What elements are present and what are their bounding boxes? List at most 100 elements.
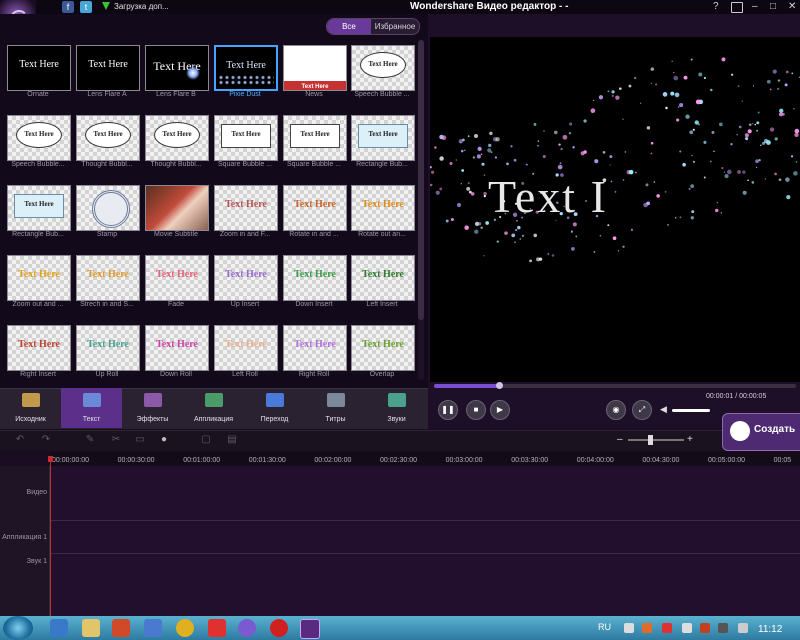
download-more-button[interactable]: Загрузка доп... bbox=[100, 1, 169, 13]
tab-credits[interactable]: Титры bbox=[305, 388, 366, 428]
twitter-icon[interactable]: t bbox=[80, 1, 92, 13]
template-tile[interactable]: Text Here bbox=[283, 45, 347, 91]
microphone-icon[interactable]: ● bbox=[158, 434, 170, 446]
undo-icon[interactable]: ↶ bbox=[14, 434, 26, 446]
media-player-icon[interactable] bbox=[112, 619, 130, 637]
template-tile[interactable] bbox=[145, 185, 209, 231]
template-tile[interactable]: Text Here bbox=[7, 255, 71, 301]
sparkle bbox=[481, 162, 485, 166]
template-tile[interactable]: Text Here bbox=[214, 45, 278, 91]
delete-icon[interactable]: ▭ bbox=[134, 434, 146, 446]
facebook-icon[interactable]: f bbox=[62, 1, 74, 13]
tab-effects[interactable]: Эффекты bbox=[122, 388, 183, 428]
track-divider bbox=[50, 520, 800, 521]
template-tile[interactable]: Text Here bbox=[7, 45, 71, 91]
crop-icon[interactable]: ▢ bbox=[200, 434, 212, 446]
template-tile[interactable]: Text Here bbox=[214, 255, 278, 301]
snapshot-button[interactable]: ◉ bbox=[606, 400, 626, 420]
scrollbar-thumb[interactable] bbox=[418, 40, 424, 320]
help-icon[interactable]: ? bbox=[713, 1, 719, 13]
detach-icon[interactable]: ▤ bbox=[226, 434, 238, 446]
template-tile[interactable]: Text Here bbox=[283, 115, 347, 161]
sparkle bbox=[467, 135, 470, 138]
template-tile[interactable]: Text Here bbox=[7, 115, 71, 161]
minimize-button[interactable]: – bbox=[752, 1, 758, 13]
template-label: Left Roll bbox=[232, 371, 258, 378]
network-icon[interactable] bbox=[738, 623, 748, 633]
tab-sounds[interactable]: Звуки bbox=[366, 388, 427, 428]
maximize-button[interactable]: □ bbox=[770, 1, 776, 13]
tab-overlay[interactable]: Аппликация bbox=[183, 388, 244, 428]
tray-icon[interactable] bbox=[662, 623, 672, 633]
template-tile[interactable]: Text Here bbox=[145, 255, 209, 301]
template-tile[interactable]: Text Here bbox=[76, 45, 140, 91]
tray-icon[interactable] bbox=[624, 623, 634, 633]
taskbar-clock[interactable]: 11:12 bbox=[758, 624, 782, 635]
cut-icon[interactable]: ✂ bbox=[110, 434, 122, 446]
playhead[interactable] bbox=[50, 458, 51, 616]
template-tile[interactable]: Text Here bbox=[283, 185, 347, 231]
playback-progress-handle[interactable] bbox=[496, 382, 503, 389]
template-tile[interactable]: Text Here bbox=[351, 45, 415, 91]
template-tile[interactable]: Text Here bbox=[214, 115, 278, 161]
template-tile[interactable]: Text Here bbox=[76, 255, 140, 301]
template-tile[interactable]: Text Here bbox=[145, 115, 209, 161]
yandex-icon[interactable] bbox=[208, 619, 226, 637]
tray-icon[interactable] bbox=[642, 623, 652, 633]
timeline-ruler[interactable] bbox=[50, 452, 800, 467]
filter-favorites-button[interactable]: Избранное bbox=[371, 19, 419, 34]
ie-icon[interactable] bbox=[50, 619, 68, 637]
tab-transition[interactable]: Переход bbox=[244, 388, 305, 428]
tray-icon[interactable] bbox=[718, 623, 728, 633]
explorer-icon[interactable] bbox=[82, 619, 100, 637]
template-tile[interactable]: Text Here bbox=[351, 185, 415, 231]
tray-icon[interactable] bbox=[700, 623, 710, 633]
template-tile[interactable]: Text Here bbox=[214, 185, 278, 231]
playhead-handle[interactable] bbox=[48, 456, 53, 462]
volume-slider[interactable] bbox=[672, 409, 710, 412]
browser-icon[interactable] bbox=[238, 619, 256, 637]
template-tile[interactable]: Text Here bbox=[283, 325, 347, 371]
pause-button[interactable]: ❚❚ bbox=[438, 400, 458, 420]
save-icon[interactable] bbox=[144, 619, 162, 637]
template-tile[interactable]: Text Here bbox=[7, 325, 71, 371]
template-tile[interactable]: Text Here bbox=[351, 255, 415, 301]
sparkle bbox=[628, 169, 634, 175]
template-tile[interactable]: Text Here bbox=[7, 185, 71, 231]
zoom-out-button[interactable]: – bbox=[617, 434, 623, 445]
template-tile[interactable]: Text Here bbox=[145, 325, 209, 371]
close-button[interactable]: ✕ bbox=[788, 1, 796, 13]
redo-icon[interactable]: ↷ bbox=[40, 434, 52, 446]
template-preview-text: Text Here bbox=[93, 130, 123, 138]
wondershare-taskbar-icon[interactable] bbox=[300, 619, 320, 639]
tab-source[interactable]: Исходник bbox=[0, 388, 61, 428]
sparkle bbox=[790, 155, 794, 158]
template-tile[interactable]: Text Here bbox=[76, 325, 140, 371]
template-tile[interactable] bbox=[76, 185, 140, 231]
volume-icon[interactable]: ◀ bbox=[660, 404, 667, 415]
tray-icon[interactable] bbox=[682, 623, 692, 633]
chrome-icon[interactable] bbox=[176, 619, 194, 637]
zoom-in-button[interactable]: + bbox=[687, 434, 693, 445]
template-tile[interactable]: Text Here bbox=[351, 325, 415, 371]
start-button[interactable] bbox=[3, 616, 33, 640]
template-tile[interactable]: Text Here bbox=[214, 325, 278, 371]
stop-button[interactable]: ■ bbox=[466, 400, 486, 420]
cart-icon[interactable] bbox=[731, 2, 743, 13]
next-frame-button[interactable]: ▶ bbox=[490, 400, 510, 420]
tab-text[interactable]: Текст bbox=[61, 388, 122, 428]
language-indicator[interactable]: RU bbox=[598, 622, 611, 632]
zoom-slider-handle[interactable] bbox=[648, 435, 653, 445]
zoom-slider[interactable] bbox=[628, 439, 684, 441]
template-tile[interactable]: Text Here bbox=[283, 255, 347, 301]
window-title: Wondershare Видео редактор - - bbox=[410, 1, 569, 12]
template-tile[interactable]: Text Here bbox=[76, 115, 140, 161]
template-tile[interactable]: Text Here bbox=[351, 115, 415, 161]
sparkle bbox=[682, 162, 686, 167]
template-tile[interactable]: Text Here bbox=[145, 45, 209, 91]
fullscreen-button[interactable]: ⤢ bbox=[632, 400, 652, 420]
edit-icon[interactable]: ✎ bbox=[84, 434, 96, 446]
filter-all-button[interactable]: Все bbox=[327, 19, 371, 34]
opera-icon[interactable] bbox=[270, 619, 288, 637]
timeline-tracks[interactable] bbox=[50, 466, 800, 616]
